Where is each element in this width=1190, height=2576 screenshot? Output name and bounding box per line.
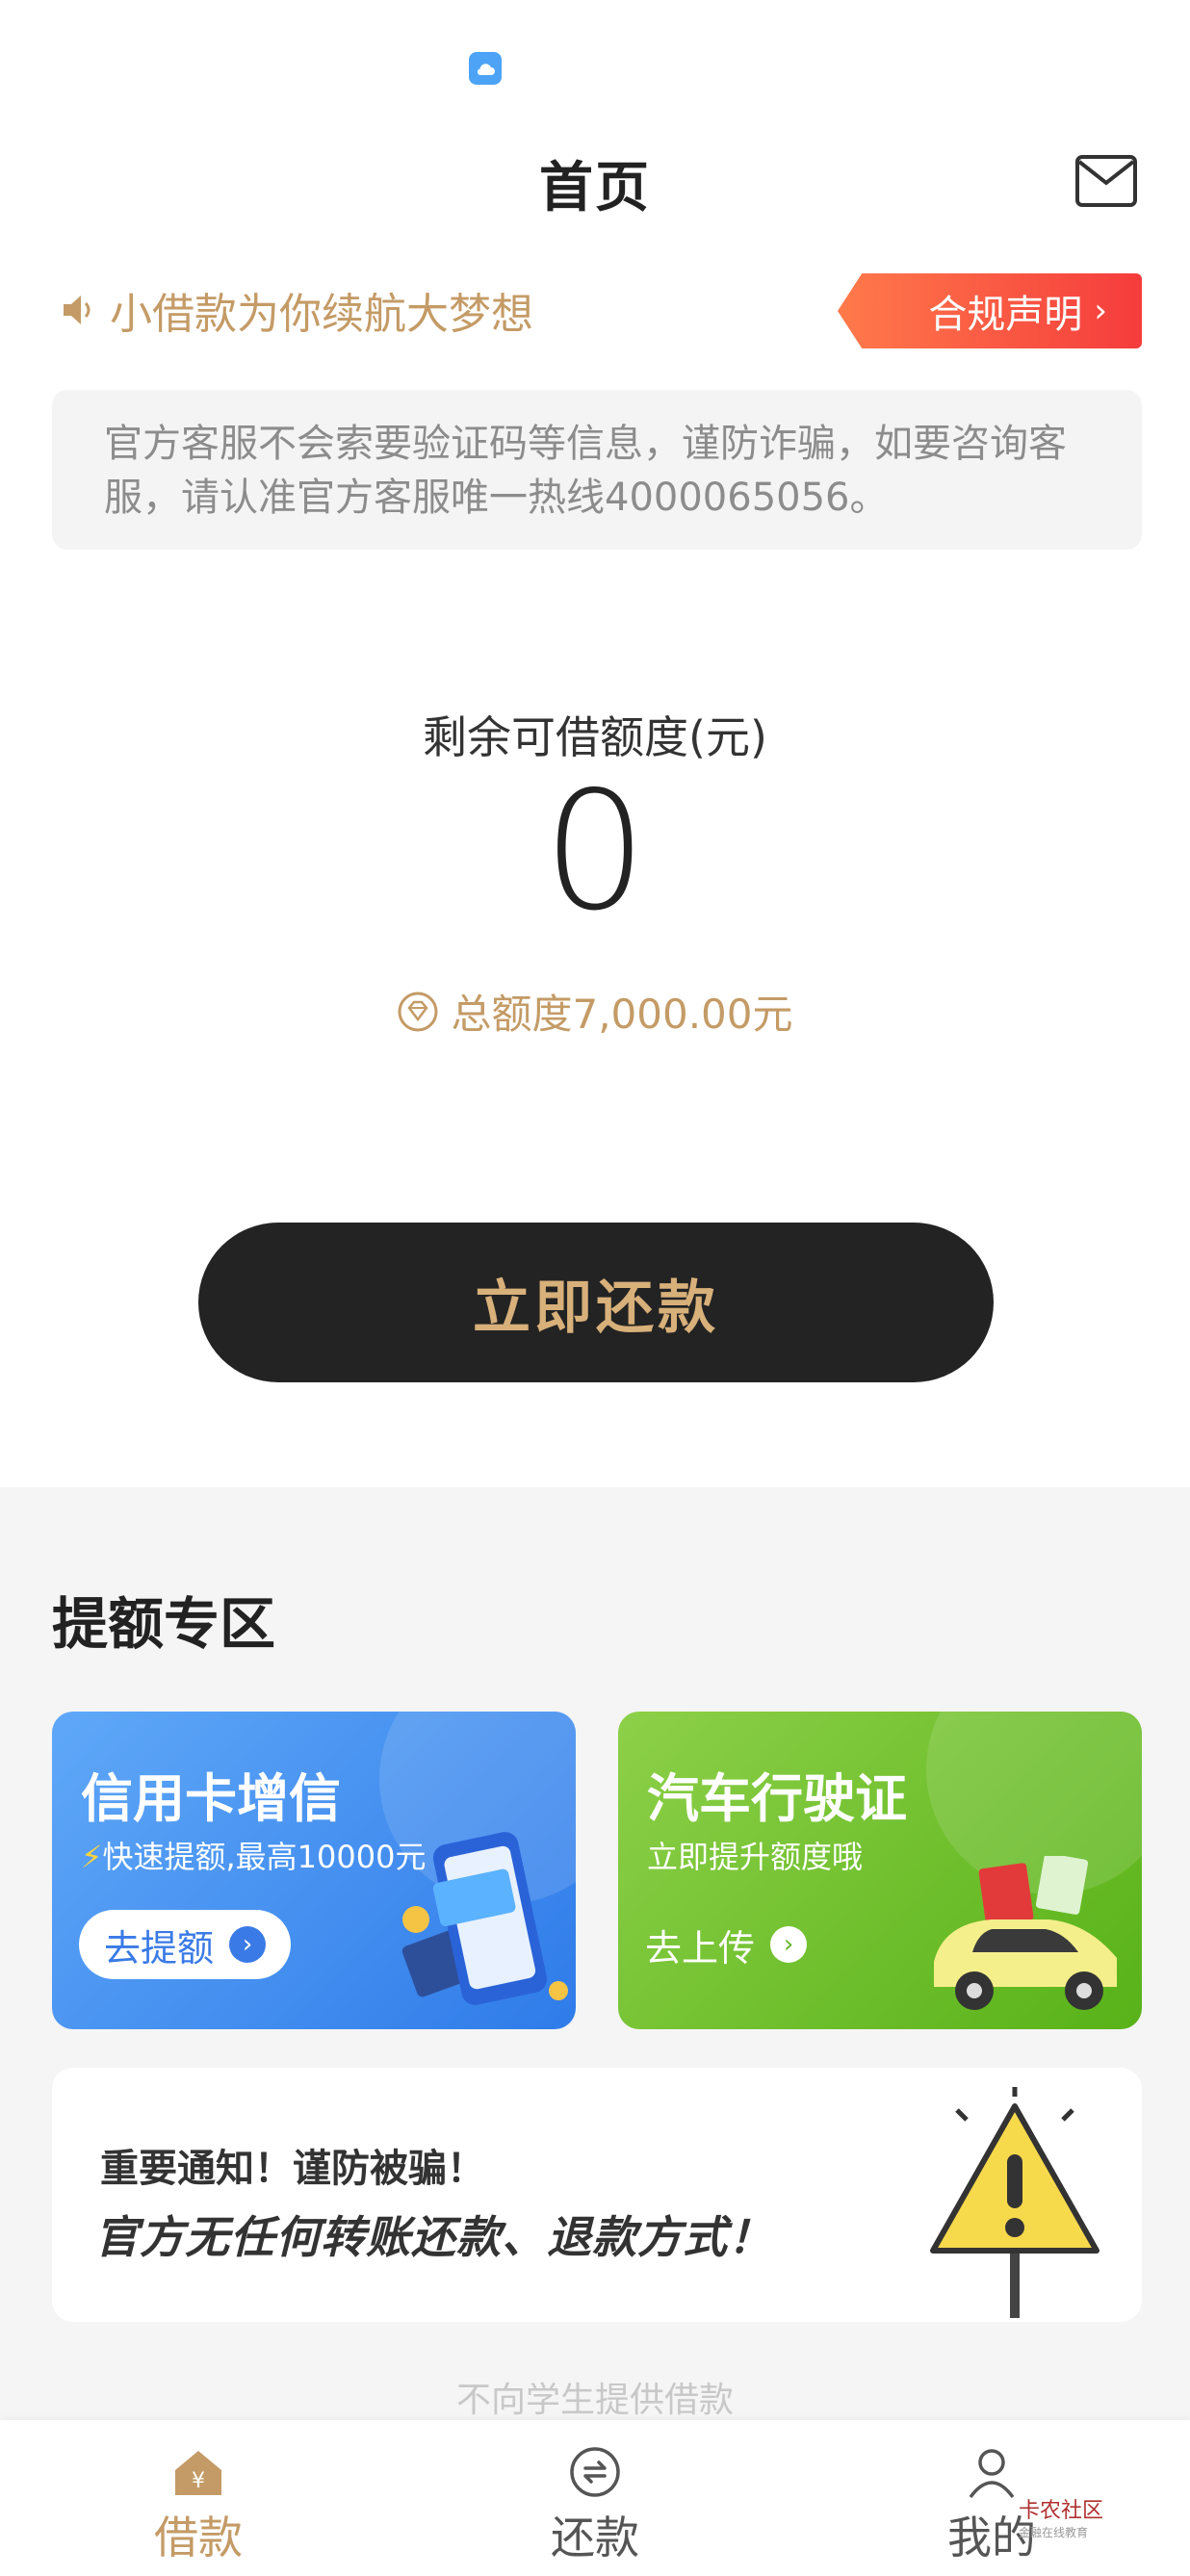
vehicle-license-subtitle: 立即提升额度哦 (647, 1839, 864, 1875)
svg-text:¥: ¥ (192, 2469, 205, 2493)
fraud-warning-banner: 重要通知！谨防被骗！ 官方无任何转账还款、退款方式！ (52, 2068, 1142, 2322)
phone-card-illustration-icon (401, 1832, 568, 2005)
tab-borrow[interactable]: ¥ 借款 (102, 2420, 295, 2576)
available-quota-value: 0 (542, 757, 648, 947)
raise-limit-label: 去提额 (104, 1926, 215, 1970)
tab-repay-label: 还款 (551, 2512, 639, 2563)
compliance-label: 合规声明 (928, 293, 1083, 337)
cloud-icon (469, 52, 502, 85)
boost-section-title: 提额专区 (52, 1591, 276, 1657)
vehicle-license-card[interactable]: 汽车行驶证 立即提升额度哦 去上传 › (618, 1712, 1142, 2029)
slogan-row: 小借款为你续航大梦想 (58, 279, 533, 341)
lightning-icon: ⚡ (81, 1839, 103, 1875)
upload-button[interactable]: 去上传 › (645, 1910, 808, 1979)
credit-card-subtitle: ⚡快速提额,最高10000元 (81, 1839, 427, 1875)
chevron-right-icon: › (1094, 292, 1107, 330)
warning-sign-icon (930, 2087, 1099, 2318)
credit-card-title: 信用卡增信 (81, 1768, 341, 1829)
anti-fraud-notice: 官方客服不会索要验证码等信息，谨防诈骗，如要咨询客服，请认准官方客服唯一热线40… (52, 390, 1142, 550)
credit-card-boost-card[interactable]: 信用卡增信 ⚡快速提额,最高10000元 去提额 › (52, 1712, 576, 2029)
page-title: 首页 (539, 157, 651, 219)
compliance-button[interactable]: 合规声明 › (838, 273, 1142, 348)
vehicle-license-title: 汽车行驶证 (647, 1768, 907, 1829)
car-illustration-icon (934, 1856, 1117, 2010)
watermark: 卡农社区 金融在线教育 (1019, 2493, 1103, 2540)
warning-message: 官方无任何转账还款、退款方式！ (94, 2211, 773, 2263)
slogan-text: 小借款为你续航大梦想 (110, 290, 533, 339)
watermark-subtext: 金融在线教育 (1019, 2526, 1089, 2539)
upload-label: 去上传 (645, 1926, 756, 1970)
total-quota-row: 总额度7,000.00元 (0, 982, 1190, 1041)
repay-now-button[interactable]: 立即还款 (198, 1223, 994, 1382)
tab-borrow-label: 借款 (154, 2512, 243, 2563)
speaker-icon (64, 296, 91, 324)
mail-icon[interactable] (1074, 154, 1138, 208)
repay-icon (570, 2447, 620, 2497)
warning-title: 重要通知！谨防被骗！ (100, 2147, 485, 2191)
arrow-right-icon: › (229, 1926, 267, 1963)
watermark-text: 卡农社区 (1019, 2499, 1104, 2523)
no-student-loans-note: 不向学生提供借款 (455, 2381, 734, 2420)
arrow-right-icon: › (770, 1926, 808, 1963)
total-quota-text: 总额度7,000.00元 (451, 991, 793, 1038)
tab-repay[interactable]: 还款 (499, 2420, 691, 2576)
user-icon (969, 2449, 1015, 2499)
bottom-tab-bar: ¥ 借款 还款 我的 (0, 2420, 1190, 2576)
home-yuan-icon: ¥ (175, 2451, 221, 2495)
raise-limit-button[interactable]: 去提额 › (79, 1910, 292, 1979)
diamond-icon (398, 992, 438, 1031)
